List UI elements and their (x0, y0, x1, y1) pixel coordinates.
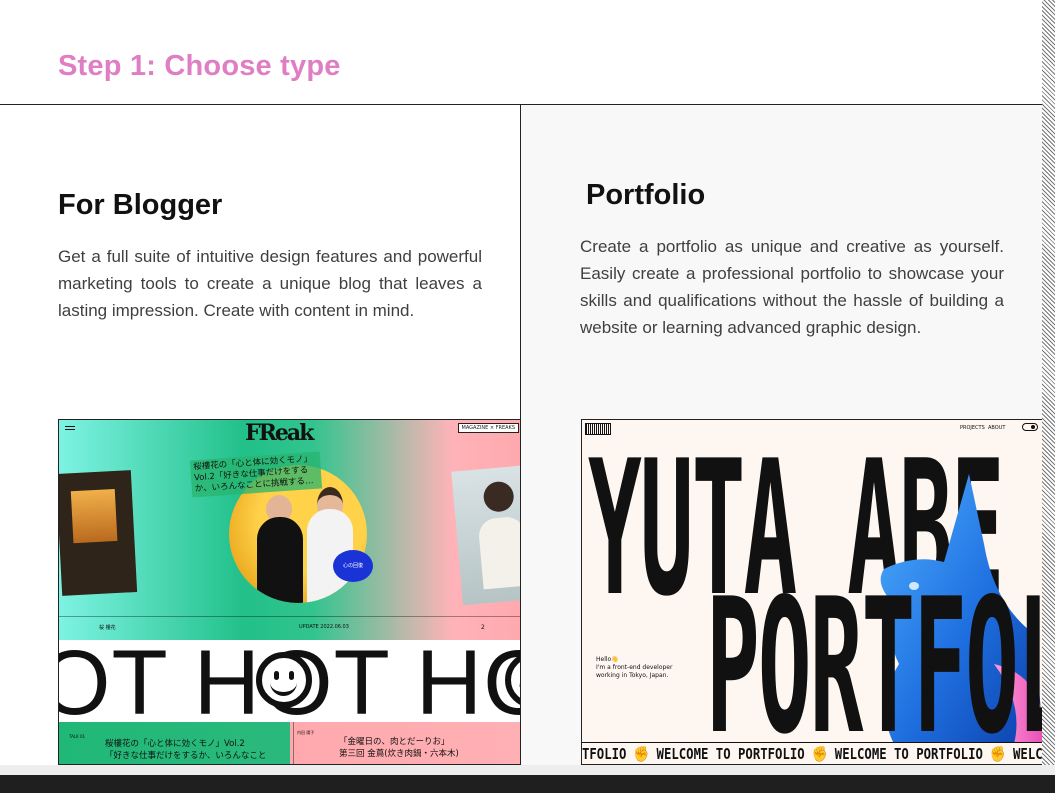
hamburger-icon (65, 426, 75, 427)
blogger-preview-author: 桜 樓花 (99, 625, 116, 631)
blogger-preview-tag-right: 内田 陽子 (297, 730, 315, 735)
portfolio-preview-image[interactable]: PROJECTS ABOUT YUTA ABE PORTFOLIO Hello (581, 419, 1042, 765)
blogger-preview-hot-banner: OT HOT HO (59, 640, 521, 722)
portfolio-card-description: Create a portfolio as unique and creativ… (580, 237, 1004, 337)
blogger-preview-meta: 桜 樓花 UPDATE 2022.06.03 2 (59, 616, 521, 641)
blogger-card-title: For Blogger (58, 189, 223, 221)
footer-spacer (0, 765, 1055, 775)
portfolio-preview-headline-2: PORTFOLIO (706, 558, 1042, 765)
blogger-preview-photo-house (59, 470, 138, 596)
portfolio-preview-ticker-text: TFOLIO ✊ WELCOME TO PORTFOLIO ✊ WELCOME … (582, 745, 1042, 763)
blogger-preview-image[interactable]: FReak MAGAZINE × FREAKS 桜樓花の「心と体に効くモノ」Vo… (58, 419, 521, 765)
scrollbar-track[interactable] (1042, 0, 1055, 775)
blogger-preview-tag-left: TALK 01 (69, 734, 86, 739)
blogger-preview-article-left: 桜樓花の「心と体に効くモノ」Vol.2 「好きな仕事だけをするか、いろんなこと (105, 739, 267, 761)
smiley-icon (256, 652, 312, 708)
page-title: Step 1: Choose type (58, 50, 341, 82)
blogger-preview-hero: FReak MAGAZINE × FREAKS 桜樓花の「心と体に効くモノ」Vo… (59, 420, 521, 640)
portfolio-card[interactable]: Portfolio Create a portfolio as unique a… (521, 105, 1042, 765)
blogger-preview-count: 2 (481, 624, 485, 631)
blogger-preview-article-right: 「金曜日の、肉とだーりお」 第三回 金蔦(炊き肉鍋・六本木) (339, 737, 459, 759)
blogger-card-description: Get a full suite of intuitive design fea… (58, 247, 482, 320)
blogger-preview-topbar: FReak MAGAZINE × FREAKS (59, 420, 521, 446)
blogger-preview-nav: MAGAZINE × FREAKS (457, 423, 519, 433)
portfolio-card-title: Portfolio (586, 179, 706, 211)
blogger-preview-sticker: 心の回復 (333, 550, 373, 582)
toggle-icon (1022, 423, 1038, 431)
blogger-preview-article-strip: TALK 01 桜樓花の「心と体に効くモノ」Vol.2 「好きな仕事だけをするか… (59, 722, 521, 764)
blogger-preview-update: UPDATE 2022.06.03 (299, 624, 349, 630)
blogger-preview-photo-right (451, 464, 521, 606)
blogger-card[interactable]: For Blogger Get a full suite of intuitiv… (0, 105, 521, 765)
portfolio-preview-intro: Hello👋 I'm a front-end developer working… (596, 656, 673, 679)
blogger-preview-logo: FReak (245, 420, 314, 446)
portfolio-preview-ticker: TFOLIO ✊ WELCOME TO PORTFOLIO ✊ WELCOME … (582, 742, 1042, 764)
footer-bar (0, 775, 1055, 793)
